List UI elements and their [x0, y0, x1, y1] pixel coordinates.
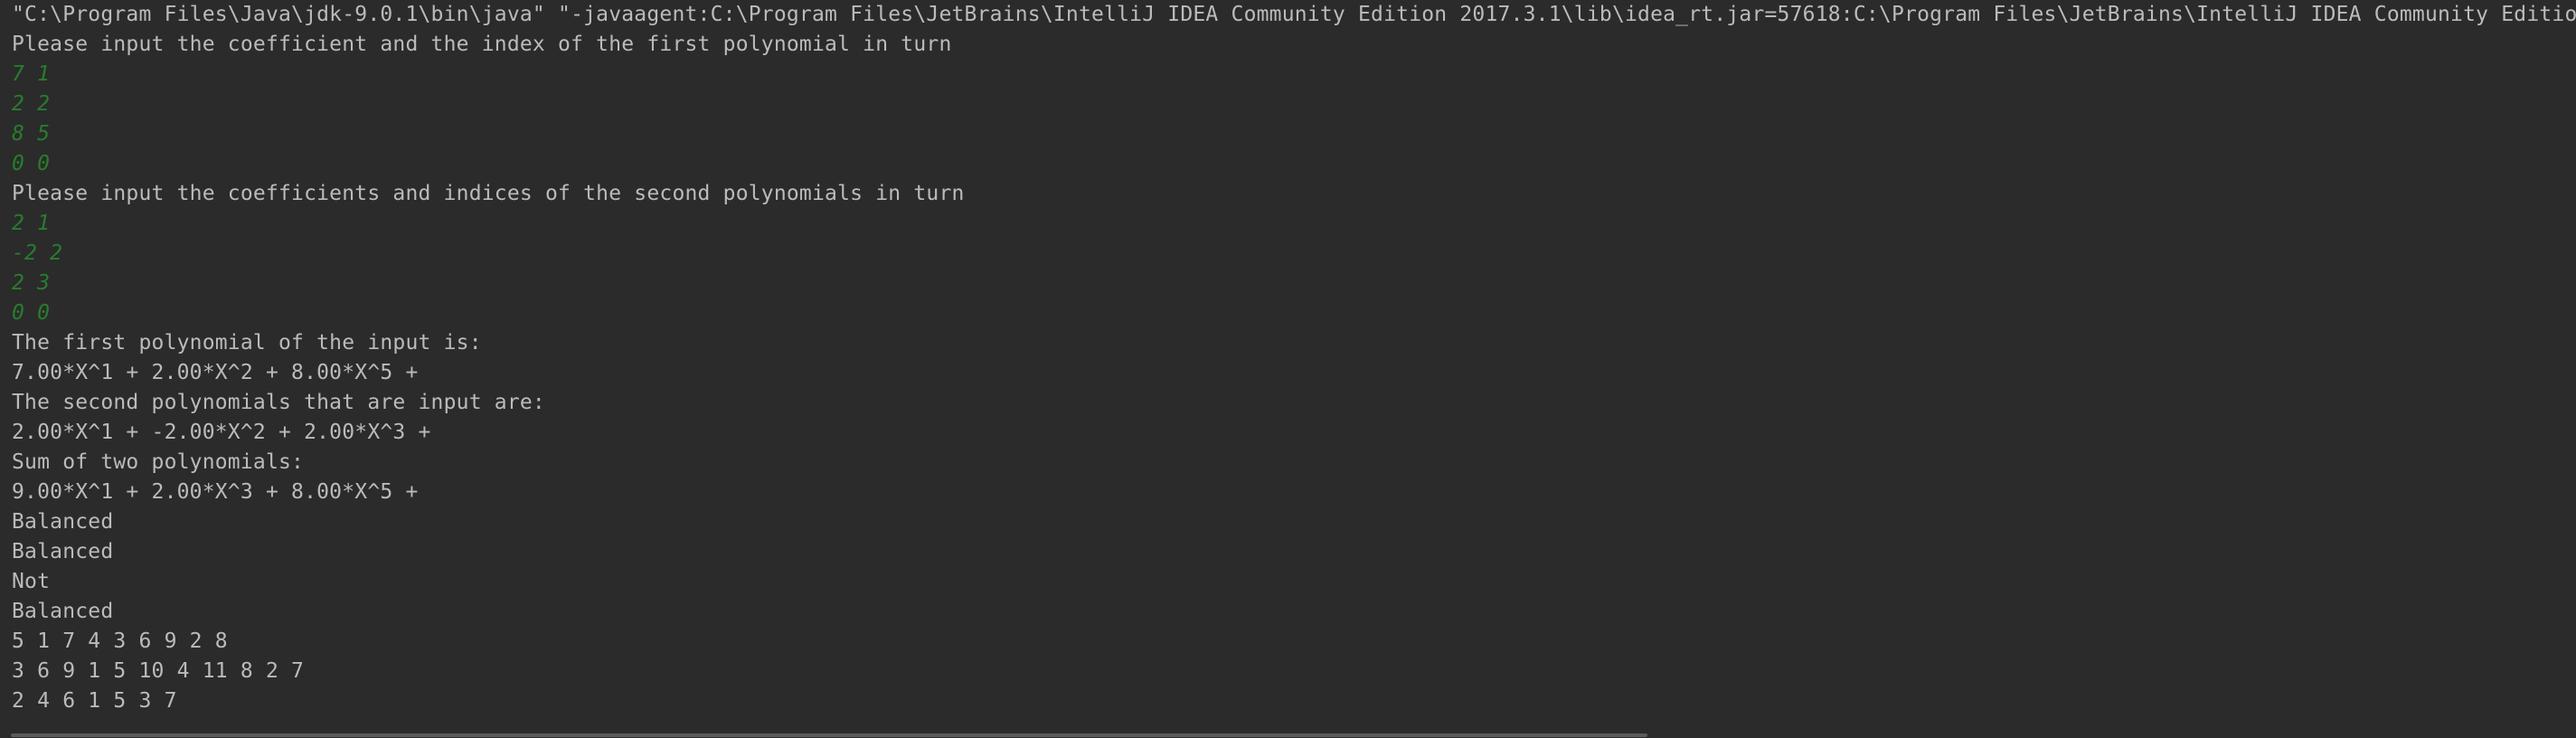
console-output-line: 9.00*X^1 + 2.00*X^3 + 8.00*X^5 + — [12, 480, 419, 504]
console-input-line: 2 3 — [12, 271, 51, 295]
console-output-line: 2.00*X^1 + -2.00*X^2 + 2.00*X^3 + — [12, 421, 431, 444]
console-output[interactable]: "C:\Program Files\Java\jdk-9.0.1\bin\jav… — [0, 0, 2576, 729]
console-input-line: 2 2 — [12, 92, 51, 116]
console-output-line: 7.00*X^1 + 2.00*X^2 + 8.00*X^5 + — [12, 361, 419, 384]
console-output-line: Not — [12, 570, 51, 593]
console-output-line: Balanced — [12, 600, 114, 623]
console-output-line: Please input the coefficients and indice… — [12, 182, 965, 205]
console-output-line: Please input the coefficient and the ind… — [12, 33, 952, 56]
console-input-line: 8 5 — [12, 122, 51, 146]
horizontal-scrollbar[interactable] — [11, 733, 1647, 737]
console-input-line: 7 1 — [12, 62, 51, 86]
console-output-line: 3 6 9 1 5 10 4 11 8 2 7 — [12, 659, 305, 683]
console-command-line: "C:\Program Files\Java\jdk-9.0.1\bin\jav… — [12, 3, 2576, 26]
console-input-line: -2 2 — [12, 241, 63, 265]
console-input-line: 0 0 — [12, 301, 51, 325]
console-output-line: Balanced — [12, 510, 114, 534]
console-input-line: 0 0 — [12, 152, 51, 175]
console-output-line: 5 1 7 4 3 6 9 2 8 — [12, 629, 228, 653]
console-output-line: 2 4 6 1 5 3 7 — [12, 689, 177, 713]
console-output-line: Balanced — [12, 540, 114, 563]
console-output-line: The second polynomials that are input ar… — [12, 391, 545, 414]
console-output-line: The first polynomial of the input is: — [12, 331, 482, 355]
console-output-line: Sum of two polynomials: — [12, 450, 305, 474]
console-input-line: 2 1 — [12, 212, 51, 235]
